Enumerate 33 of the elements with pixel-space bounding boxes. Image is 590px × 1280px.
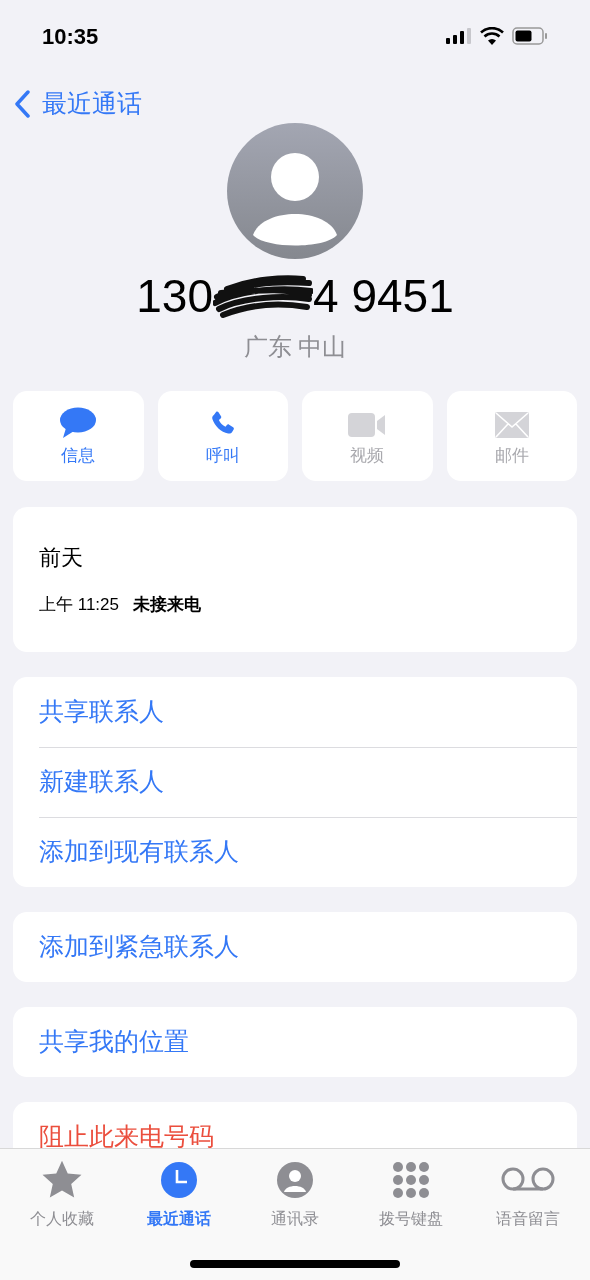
tab-item[interactable]: 最近通话 <box>123 1159 234 1231</box>
video-camera-icon <box>347 411 388 440</box>
tab-item[interactable]: 语音留言 <box>472 1159 583 1231</box>
chevron-left-icon <box>14 90 30 118</box>
wifi-icon <box>480 27 504 45</box>
tab-item[interactable]: 个人收藏 <box>7 1159 118 1231</box>
menu-item[interactable]: 添加到紧急联系人 <box>39 911 577 982</box>
status-time: 10:35 <box>42 22 99 51</box>
menu-item[interactable]: 添加到现有联系人 <box>39 816 577 887</box>
phone-number-start: 130 <box>136 273 213 319</box>
action-button[interactable]: 信息 <box>13 391 144 481</box>
call-status: 未接来电 <box>133 594 201 616</box>
call-time: 上午 11:25 <box>39 594 119 616</box>
person-circle-icon <box>275 1161 314 1199</box>
voicemail-icon <box>500 1167 555 1193</box>
menu-item[interactable]: 共享联系人 <box>39 676 577 747</box>
back-button[interactable]: 最近通话 <box>14 85 142 123</box>
phone-number-end: 4 9451 <box>313 273 454 319</box>
star-icon <box>41 1160 84 1200</box>
action-button[interactable]: 呼叫 <box>157 391 288 481</box>
envelope-icon <box>493 411 530 440</box>
menu-item[interactable]: 阻止此来电号码 <box>39 1101 577 1148</box>
keypad-icon <box>392 1161 431 1199</box>
signal-icon <box>446 28 472 44</box>
clock-icon <box>159 1161 198 1199</box>
menu-item[interactable]: 共享我的位置 <box>39 1006 577 1077</box>
tab-item[interactable]: 拨号键盘 <box>356 1159 467 1231</box>
location-label: 广东 中山 <box>243 332 347 362</box>
menu-item[interactable]: 新建联系人 <box>39 746 577 817</box>
speech-bubble-icon <box>59 407 98 440</box>
tab-item[interactable]: 通讯录 <box>239 1159 350 1231</box>
call-date: 前天 <box>39 544 84 572</box>
battery-icon <box>512 27 548 45</box>
